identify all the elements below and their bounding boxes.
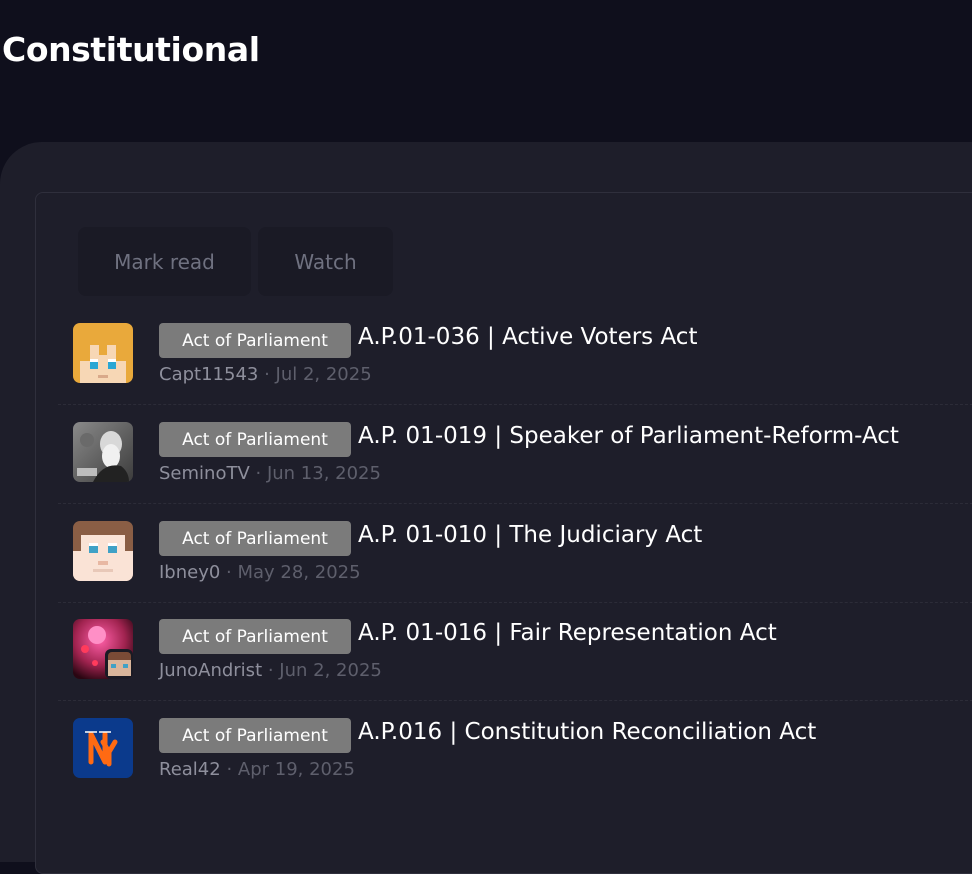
thread-author[interactable]: Capt11543: [159, 364, 258, 385]
prefix-badge[interactable]: Act of Parliament: [159, 323, 351, 358]
thread-author[interactable]: SeminoTV: [159, 463, 250, 484]
thread-title[interactable]: A.P. 01-019 | Speaker of Parliament-Refo…: [358, 423, 899, 449]
thread-row[interactable]: Act of Parliament A.P.016 | Constitution…: [58, 700, 972, 799]
thread-author[interactable]: Ibney0: [159, 562, 220, 583]
meta-separator: ·: [258, 364, 276, 385]
thread-title[interactable]: A.P. 01-010 | The Judiciary Act: [358, 522, 702, 548]
thread-row[interactable]: Act of Parliament A.P. 01-016 | Fair Rep…: [58, 601, 972, 701]
thread-row[interactable]: Act of Parliament A.P. 01-010 | The Judi…: [58, 503, 972, 603]
thread-date[interactable]: Jul 2, 2025: [276, 364, 372, 385]
thread-meta: Ibney0 · May 28, 2025: [159, 562, 361, 583]
thread-date[interactable]: Apr 19, 2025: [238, 759, 355, 780]
vintage-portrait-avatar[interactable]: [73, 422, 133, 482]
orange-haired-character-avatar[interactable]: [73, 323, 133, 383]
thread-date[interactable]: May 28, 2025: [238, 562, 361, 583]
brown-haired-character-avatar[interactable]: [73, 521, 133, 581]
thread-meta: JunoAndrist · Jun 2, 2025: [159, 660, 382, 681]
meta-separator: ·: [249, 463, 267, 484]
thread-meta: Real42 · Apr 19, 2025: [159, 759, 355, 780]
meta-separator: ·: [220, 759, 238, 780]
thread-date[interactable]: Jun 2, 2025: [279, 660, 382, 681]
ny-logo-avatar[interactable]: [73, 718, 133, 778]
pink-concert-avatar[interactable]: [73, 619, 133, 679]
thread-meta: SeminoTV · Jun 13, 2025: [159, 463, 381, 484]
thread-author[interactable]: Real42: [159, 759, 221, 780]
prefix-badge[interactable]: Act of Parliament: [159, 619, 351, 654]
meta-separator: ·: [220, 562, 238, 583]
thread-title[interactable]: A.P. 01-016 | Fair Representation Act: [358, 620, 777, 646]
page-title: Constitutional: [2, 30, 260, 69]
thread-title[interactable]: A.P.01-036 | Active Voters Act: [358, 324, 697, 350]
thread-author[interactable]: JunoAndrist: [159, 660, 262, 681]
meta-separator: ·: [262, 660, 280, 681]
prefix-badge[interactable]: Act of Parliament: [159, 521, 351, 556]
thread-row[interactable]: Act of Parliament A.P.01-036 | Active Vo…: [58, 305, 972, 405]
mark-read-button[interactable]: Mark read: [78, 227, 251, 296]
prefix-badge[interactable]: Act of Parliament: [159, 718, 351, 753]
watch-button[interactable]: Watch: [258, 227, 393, 296]
prefix-badge[interactable]: Act of Parliament: [159, 422, 351, 457]
thread-title[interactable]: A.P.016 | Constitution Reconciliation Ac…: [358, 719, 816, 745]
thread-date[interactable]: Jun 13, 2025: [267, 463, 381, 484]
thread-row[interactable]: Act of Parliament A.P. 01-019 | Speaker …: [58, 404, 972, 504]
thread-meta: Capt11543 · Jul 2, 2025: [159, 364, 372, 385]
